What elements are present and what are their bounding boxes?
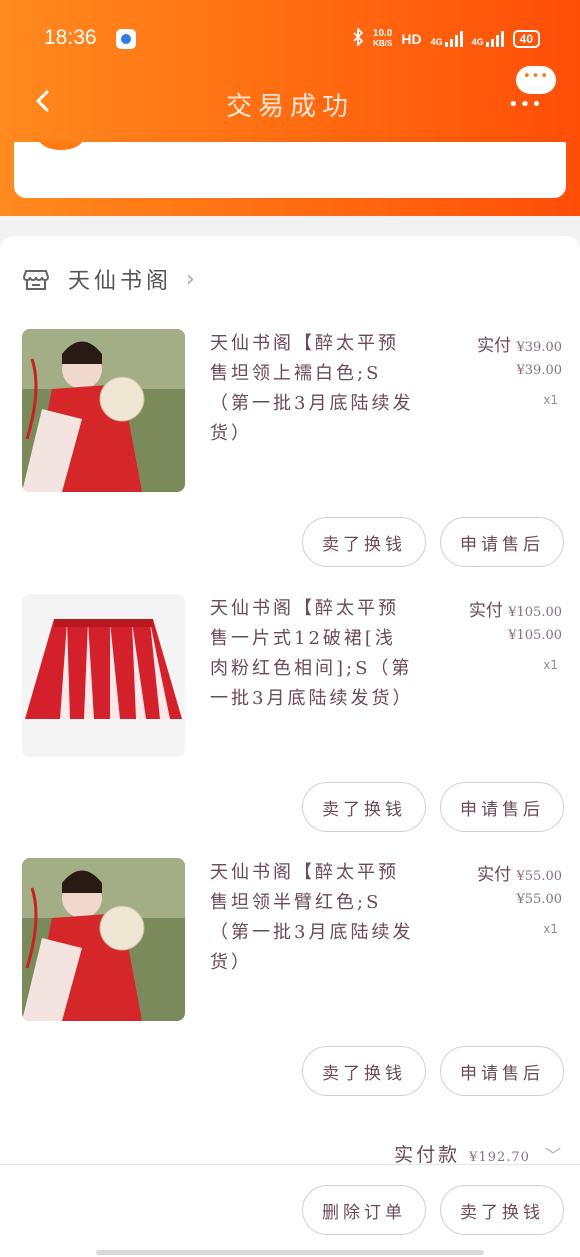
more-dots-icon: ••• [508, 94, 543, 115]
bluetooth-icon [352, 26, 364, 49]
sell-order-button[interactable]: 卖了换钱 [440, 1185, 564, 1235]
store-icon [22, 270, 50, 290]
after-sales-button[interactable]: 申请售后 [440, 782, 564, 832]
shop-name: 天仙书阁 [68, 269, 173, 294]
sell-item-button[interactable]: 卖了换钱 [302, 1046, 426, 1096]
unit-price: ¥39.00 [516, 363, 563, 378]
product-image[interactable] [22, 594, 185, 757]
status-indicators: 10.0 KB/S HD 4G 4G 40 [352, 26, 540, 49]
info-text-faded [104, 142, 109, 154]
order-card: 天仙书阁 › 天仙书阁【醉太平预售坦领上襦白色;S（第一批3月底陆续发货） 实付… [0, 236, 580, 1166]
more-button[interactable]: ••• [508, 66, 556, 115]
product-title[interactable]: 天仙书阁【醉太平预售坦领半臂红色;S（第一批3月底陆续发货） [210, 858, 415, 978]
message-bubble-icon [516, 66, 556, 94]
chevron-right-icon: › [186, 266, 195, 292]
product-image[interactable] [22, 329, 185, 492]
network-speed: 10.0 KB/S [372, 27, 393, 48]
hd-icon: HD [401, 30, 422, 47]
paid-amount: 实付 ¥105.00 [468, 601, 562, 621]
home-indicator [96, 1250, 484, 1255]
status-time: 18:36 [44, 26, 97, 49]
header-background: 18:36 10.0 KB/S HD 4G 4G 40 交易成功 ••• ••• [0, 0, 580, 216]
quantity: x1 [543, 922, 558, 936]
order-info-card [14, 142, 566, 198]
bottom-action-bar: 删除订单 卖了换钱 [0, 1164, 580, 1257]
unit-price: ¥55.00 [516, 892, 563, 907]
quantity: x1 [543, 393, 558, 407]
quantity: x1 [543, 658, 558, 672]
order-item: 天仙书阁【醉太平预售坦领上襦白色;S（第一批3月底陆续发货） 实付 ¥39.00… [0, 329, 580, 594]
product-title[interactable]: 天仙书阁【醉太平预售一片式12破裙[浅肉粉红色相间];S（第一批3月底陆续发货） [210, 594, 415, 714]
status-bar: 18:36 10.0 KB/S HD 4G 4G 40 [0, 18, 580, 62]
page-title: 交易成功 [225, 92, 354, 122]
delete-order-button[interactable]: 删除订单 [302, 1185, 426, 1235]
after-sales-button[interactable]: 申请售后 [440, 517, 564, 567]
signal-icon-1: 4G [431, 30, 463, 47]
nav-bar: 交易成功 ••• [0, 66, 580, 132]
battery-icon: 40 [512, 29, 540, 48]
product-title[interactable]: 天仙书阁【醉太平预售坦领上襦白色;S（第一批3月底陆续发货） [210, 329, 415, 449]
total-label: 实付款 [394, 1144, 461, 1166]
paid-amount: 实付 ¥39.00 [477, 336, 562, 356]
status-icon [38, 142, 84, 150]
product-image[interactable] [22, 858, 185, 1021]
signal-icon-2: 4G [472, 30, 504, 47]
sell-item-button[interactable]: 卖了换钱 [302, 517, 426, 567]
shop-header[interactable]: 天仙书阁 › [22, 262, 195, 296]
chevron-down-icon: ﹀ [544, 1146, 564, 1165]
order-total[interactable]: 实付款 ¥192.70 ﹀ [394, 1140, 564, 1167]
order-item: 天仙书阁【醉太平预售一片式12破裙[浅肉粉红色相间];S（第一批3月底陆续发货）… [0, 594, 580, 859]
total-amount: ¥192.70 [469, 1150, 530, 1165]
unit-price: ¥105.00 [508, 628, 562, 643]
app-notification-icon [116, 29, 136, 49]
paid-amount: 实付 ¥55.00 [477, 865, 562, 885]
order-item: 天仙书阁【醉太平预售坦领半臂红色;S（第一批3月底陆续发货） 实付 ¥55.00… [0, 858, 580, 1123]
sell-item-button[interactable]: 卖了换钱 [302, 782, 426, 832]
after-sales-button[interactable]: 申请售后 [440, 1046, 564, 1096]
